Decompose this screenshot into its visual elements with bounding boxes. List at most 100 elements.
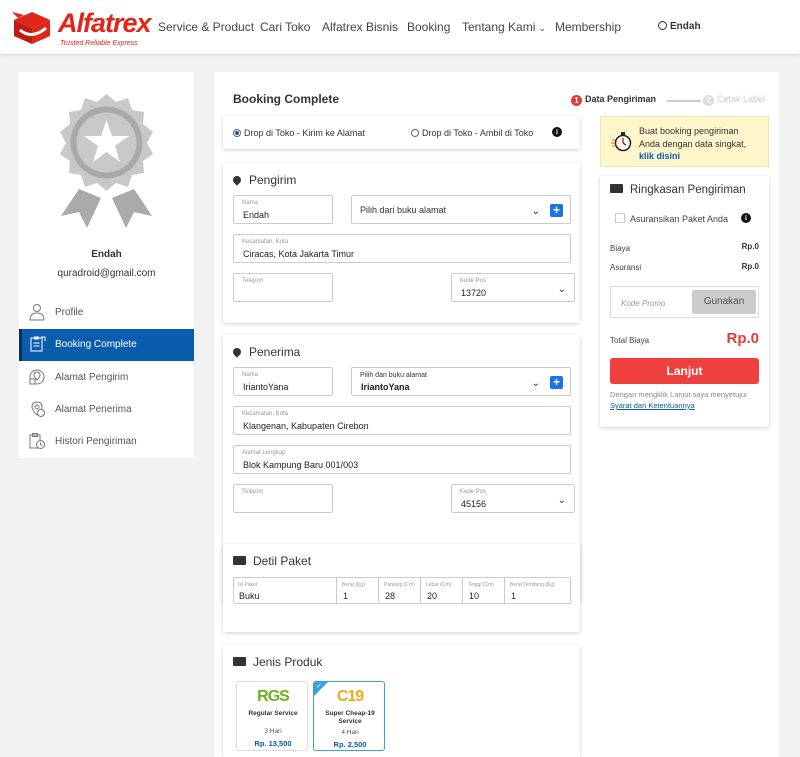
package-calculated-weight-field[interactable]: Berat Terhitung (Kg) 1 <box>504 578 570 603</box>
package-height-field[interactable]: Tinggi (Cm) 10 <box>462 578 504 603</box>
biaya-label: Biaya <box>610 244 631 253</box>
history-clipboard-icon <box>29 433 45 449</box>
banner-line-2: Anda dengan data singkat, <box>639 138 747 149</box>
sender-postal-select[interactable]: Kode Pos 13720 ⌄ <box>451 273 575 302</box>
step-number: 1 <box>571 95 582 106</box>
step-label: Data Pengiriman <box>585 94 657 104</box>
step-label: Cetak Label <box>717 94 766 104</box>
sidebar-item-label: Histori Pengiriman <box>55 436 137 447</box>
nav-alfatrex-bisnis[interactable]: Alfatrex Bisnis <box>322 20 398 34</box>
info-icon[interactable]: i <box>741 213 751 223</box>
select-placeholder: Pilih dari buku alamat <box>360 205 447 215</box>
receiver-district-field[interactable]: Kecamatan, Kota Klangenan, Kabupaten Cir… <box>233 406 571 435</box>
person-icon <box>29 304 45 321</box>
insurance-checkbox[interactable] <box>615 213 625 223</box>
field-value: 45156 <box>461 499 487 509</box>
sender-section-title: Pengirim <box>231 173 296 187</box>
nav-service-product[interactable]: Service & Product <box>158 20 254 34</box>
promo-code-input[interactable]: Kode Promo <box>621 299 665 308</box>
product-days: 3 Hari <box>264 728 282 735</box>
field-label: Isi Paket <box>238 582 258 588</box>
product-price: Rp. 13,500 <box>254 739 292 748</box>
package-weight-field[interactable]: Berat (Kg) 1 <box>336 578 378 603</box>
nav-cari-toko[interactable]: Cari Toko <box>260 20 310 34</box>
brand-logo[interactable]: Alfatrex Trusted Reliable Express <box>10 6 152 50</box>
product-name: Super Cheap-19 Service <box>325 710 375 725</box>
sender-address-book-select[interactable]: Pilih dari buku alamat ⌄ + <box>351 195 571 224</box>
package-card: Detil Paket Isi Paket Buku Berat (Kg) 1 Pa… <box>223 544 580 632</box>
continue-button[interactable]: Lanjut <box>610 358 759 384</box>
product-days: 4 Hari <box>341 729 359 736</box>
chevron-down-icon: ⌄ <box>531 206 540 217</box>
sender-card: Pengirim Nama Endah Pilih dari buku alam… <box>223 163 580 323</box>
receiver-address-field[interactable]: Alamat Lengkap Blok Kampung Baru 001/003 <box>233 445 571 474</box>
sender-name-field[interactable]: Nama Endah <box>233 195 333 224</box>
field-label: Kode Pos <box>460 278 487 284</box>
receiver-name-field[interactable]: Nama IriantoYana <box>233 367 333 396</box>
sidebar: Endah quradroid@gmail.com Profile Bookin… <box>19 72 194 458</box>
nav-membership[interactable]: Membership <box>555 20 621 34</box>
product-option-rgs[interactable]: RGS Regular Service 3 Hari Rp. 13,500 <box>236 681 308 751</box>
sender-district-field[interactable]: Kecamatan, Kota Ciracas, Kota Jakarta Ti… <box>233 234 571 263</box>
product-option-c19[interactable]: ✓ C19 Super Cheap-19 Service 4 Hari Rp. … <box>313 681 385 751</box>
sidebar-item-alamat-penerima[interactable]: Alamat Penerima <box>19 394 194 426</box>
award-badge-icon <box>60 94 153 228</box>
sidebar-item-alamat-pengirim[interactable]: Alamat Pengirim <box>19 362 194 394</box>
product-section-title: Jenis Produk <box>233 655 322 669</box>
user-menu[interactable]: Endah <box>658 21 701 32</box>
package-box-icon <box>233 556 246 565</box>
radio-ambil-di-toko[interactable]: Drop di Toko - Ambil di Toko <box>411 128 533 138</box>
field-value: 1 <box>511 591 517 601</box>
receiver-postal-select[interactable]: Kode Pos 45156 ⌄ <box>451 484 575 513</box>
product-name: Regular Service <box>248 710 298 717</box>
field-value: Buku <box>239 591 260 601</box>
summary-title-label: Ringkasan Pengiriman <box>630 184 746 196</box>
radio-button-selected[interactable] <box>233 129 241 137</box>
field-label: Berat Terhitung (Kg) <box>510 582 555 588</box>
quick-booking-link[interactable]: klik disini <box>639 151 680 161</box>
nav-booking[interactable]: Booking <box>407 20 450 34</box>
logo-box-icon <box>12 12 50 44</box>
radio-label: Drop di Toko - Kirim ke Alamat <box>244 128 365 138</box>
add-receiver-button[interactable]: + <box>550 376 563 389</box>
biaya-value: Rp.0 <box>741 242 759 251</box>
sender-phone-field[interactable]: Telepon <box>233 273 333 302</box>
apply-promo-button[interactable]: Gunakan <box>692 290 756 314</box>
package-length-field[interactable]: Panjang (Cm) 28 <box>378 578 420 603</box>
info-icon[interactable]: i <box>552 127 562 137</box>
brand-name: Alfatrex <box>58 8 152 38</box>
receiver-phone-field[interactable]: Telepon <box>233 484 333 513</box>
field-value: Ciracas, Kota Jakarta Timur <box>243 249 355 259</box>
nav-tentang-kami-label: Tentang Kami <box>462 20 536 34</box>
total-value: Rp.0 <box>726 330 759 347</box>
sidebar-item-profile[interactable]: Profile <box>19 297 194 329</box>
field-value: Klangenan, Kabupaten Cirebon <box>243 421 369 431</box>
asuransi-value: Rp.0 <box>741 262 759 271</box>
field-value: 10 <box>469 591 480 601</box>
package-content-field[interactable]: Isi Paket Buku <box>234 578 336 603</box>
field-value: IriantoYana <box>361 382 410 392</box>
terms-link[interactable]: Syarat dan Ketentuannya <box>610 401 695 410</box>
field-label: Nama <box>242 372 259 378</box>
product-card: Jenis Produk RGS Regular Service 3 Hari … <box>223 645 580 757</box>
field-value: 1 <box>343 591 349 601</box>
add-sender-button[interactable]: + <box>550 204 563 217</box>
package-section-title: Detil Paket <box>233 554 311 568</box>
radio-button[interactable] <box>411 129 419 137</box>
package-width-field[interactable]: Lebar (Cm) 20 <box>420 578 462 603</box>
sidebar-item-booking-complete[interactable]: Booking Complete <box>19 329 194 361</box>
receiver-address-book-select[interactable]: Pilih dari buku alamat IriantoYana ⌄ + <box>351 367 571 396</box>
sidebar-item-label: Booking Complete <box>55 339 137 350</box>
sidebar-item-histori-pengiriman[interactable]: Histori Pengiriman <box>19 426 194 458</box>
c19-logo: C19 <box>336 688 364 705</box>
top-header: Alfatrex Trusted Reliable Express Servic… <box>0 0 800 54</box>
sidebar-item-label: Profile <box>55 307 84 318</box>
profile-name: Endah <box>91 249 122 260</box>
field-label: Berat (Kg) <box>342 582 365 588</box>
page-title: Booking Complete <box>233 92 340 106</box>
radio-kirim-ke-alamat[interactable]: Drop di Toko - Kirim ke Alamat <box>233 128 365 138</box>
chevron-down-icon: ⌄ <box>557 495 566 506</box>
nav-tentang-kami[interactable]: Tentang Kami ⌄ <box>462 20 546 34</box>
receiver-title-label: Penerima <box>249 345 301 359</box>
banner-line-1: Buat booking pengiriman <box>639 126 739 136</box>
